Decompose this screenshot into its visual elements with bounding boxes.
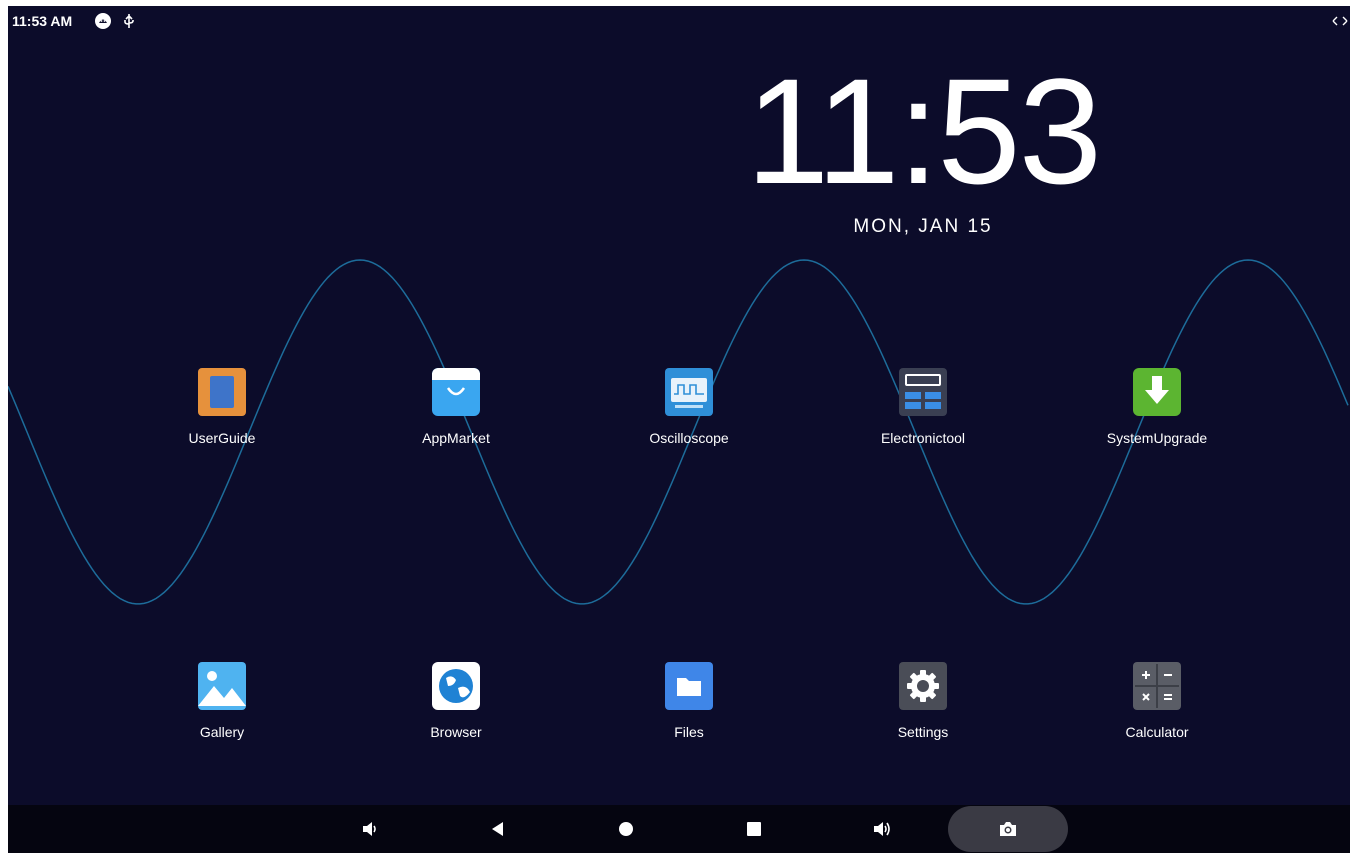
recents-icon (747, 822, 761, 836)
volume-down-icon (363, 822, 376, 836)
app-label: Settings (897, 724, 949, 740)
recents-button[interactable] (730, 805, 778, 853)
user-guide-icon (198, 368, 246, 416)
app-electronictool[interactable]: Electronictool (823, 368, 1023, 446)
clock-date: MON, JAN 15 (853, 216, 993, 237)
app-settings[interactable]: Settings (823, 662, 1023, 740)
files-icon (665, 662, 713, 710)
status-time: 11:53 AM (12, 13, 73, 29)
app-label: AppMarket (422, 430, 490, 446)
app-appmarket[interactable]: AppMarket (356, 368, 556, 446)
usb-icon (120, 12, 138, 30)
home-icon (619, 822, 633, 836)
volume-down-button[interactable] (346, 805, 394, 853)
calculator-icon (1133, 662, 1181, 710)
app-label: Electronictool (880, 430, 966, 446)
collapse-arrows-icon[interactable] (1331, 12, 1349, 30)
back-icon (492, 822, 503, 836)
app-oscilloscope[interactable]: Oscilloscope (589, 368, 789, 446)
app-label: Calculator (1125, 724, 1189, 740)
app-gallery[interactable]: Gallery (122, 662, 322, 740)
app-label: SystemUpgrade (1106, 430, 1208, 446)
home-button[interactable] (602, 805, 650, 853)
volume-up-button[interactable] (858, 805, 906, 853)
oscilloscope-icon (665, 368, 713, 416)
browser-icon (432, 662, 480, 710)
electronic-tool-icon (899, 368, 947, 416)
app-label: Browser (430, 724, 482, 740)
clock-time: 11:53 (745, 47, 1102, 215)
settings-icon (899, 662, 947, 710)
app-calculator[interactable]: Calculator (1057, 662, 1257, 740)
app-label: Files (674, 724, 704, 740)
volume-up-icon (874, 822, 890, 836)
navigation-bar (8, 805, 1350, 853)
app-systemupgrade[interactable]: SystemUpgrade (1057, 368, 1257, 446)
status-bar: 11:53 AM (8, 6, 1350, 36)
android-debug-icon (94, 12, 112, 30)
screenshot-button[interactable] (984, 805, 1032, 853)
app-browser[interactable]: Browser (356, 662, 556, 740)
app-label: Gallery (199, 724, 245, 740)
screenshot-icon (1000, 822, 1016, 836)
home-screen: 11:53 AM 11:53 MON, JAN 15 UserGuide App… (8, 6, 1350, 853)
app-files[interactable]: Files (589, 662, 789, 740)
back-button[interactable] (474, 805, 522, 853)
system-upgrade-icon (1133, 368, 1181, 416)
app-market-icon (432, 368, 480, 416)
app-label: Oscilloscope (649, 430, 729, 446)
app-userguide[interactable]: UserGuide (122, 368, 322, 446)
app-label: UserGuide (188, 430, 256, 446)
gallery-icon (198, 662, 246, 710)
